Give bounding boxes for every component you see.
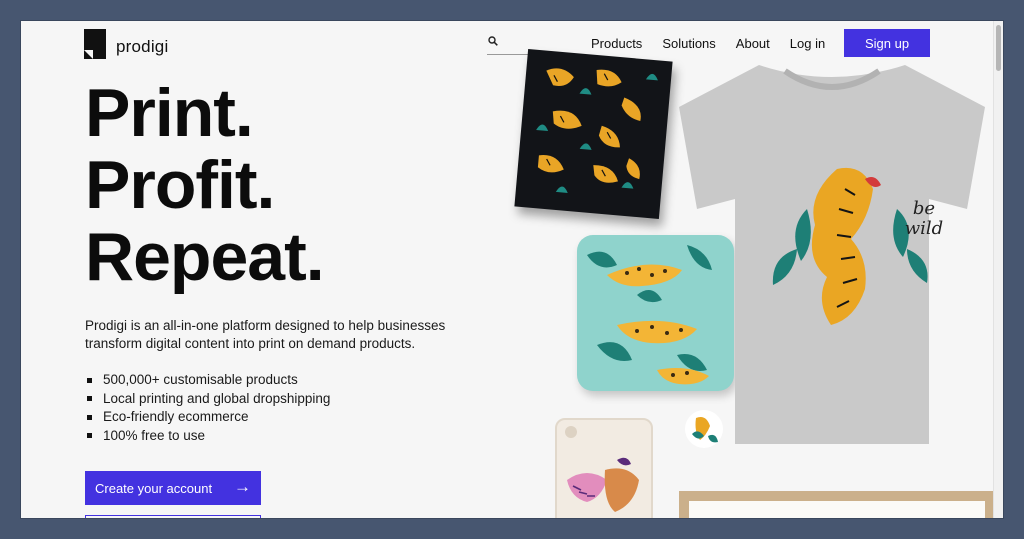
prodigi-logo[interactable]: prodigi xyxy=(84,29,168,59)
tiger-sticker-image xyxy=(684,408,724,450)
create-account-button[interactable]: Create your account → xyxy=(85,471,261,505)
main-nav: Products Solutions About Log in xyxy=(591,36,845,51)
nav-products[interactable]: Products xyxy=(591,36,642,51)
headline-line-1: Print. xyxy=(85,75,254,151)
nav-solutions[interactable]: Solutions xyxy=(662,36,715,51)
feature-item: 100% free to use xyxy=(85,427,330,446)
headline-line-2: Profit. xyxy=(85,147,275,223)
signup-button[interactable]: Sign up xyxy=(844,29,930,57)
tiger-poster-image xyxy=(514,48,673,220)
hero-headline: Print. Profit. Repeat. xyxy=(85,75,325,295)
nav-login[interactable]: Log in xyxy=(790,36,825,51)
tshirt-slogan: be wild xyxy=(904,198,944,239)
nav-about[interactable]: About xyxy=(736,36,770,51)
scrollbar-thumb[interactable] xyxy=(996,25,1001,71)
arrow-right-icon: → xyxy=(234,477,251,496)
page-scrollbar[interactable] xyxy=(993,21,1003,518)
logo-mark-icon xyxy=(84,29,106,59)
feature-item: Eco-friendly ecommerce xyxy=(85,408,330,427)
browser-viewport: prodigi Products Solutions About Log in … xyxy=(20,20,1004,519)
logo-text: prodigi xyxy=(116,37,169,56)
picture-frame-image xyxy=(679,491,995,518)
feature-item: Local printing and global dropshipping xyxy=(85,390,330,409)
create-account-label: Create your account xyxy=(95,480,213,496)
secondary-button[interactable] xyxy=(85,515,261,518)
feature-item: 500,000+ customisable products xyxy=(85,371,330,390)
phone-case-image xyxy=(555,418,653,518)
feature-list: 500,000+ customisable products Local pri… xyxy=(85,371,330,445)
search-icon[interactable] xyxy=(488,36,498,49)
hero-intro: Prodigi is an all-in-one platform design… xyxy=(85,318,446,351)
headline-line-3: Repeat. xyxy=(85,219,325,295)
tiger-tshirt-image: be wild xyxy=(667,59,997,451)
